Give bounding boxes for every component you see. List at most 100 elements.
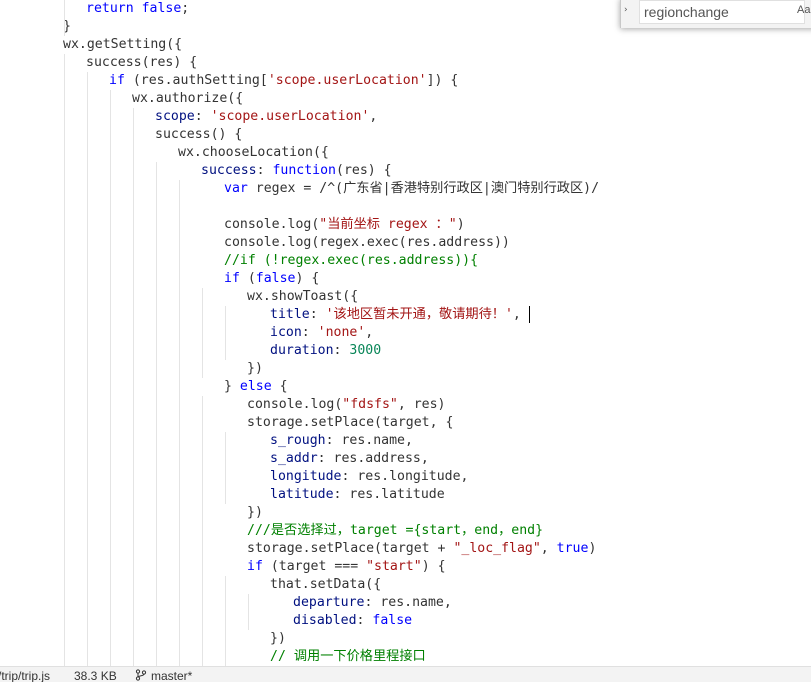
code-token: wx.showToast({ (247, 289, 359, 304)
code-line[interactable]: s_addr: res.address, (270, 450, 429, 468)
code-token: success(res) { (86, 55, 198, 70)
code-line[interactable]: disabled: false (293, 612, 412, 630)
code-token: { (271, 379, 288, 394)
code-token: if (224, 271, 240, 286)
code-token: ]) { (426, 73, 459, 88)
code-token: s_rough (270, 433, 326, 448)
code-token: console.log( (247, 397, 343, 412)
code-line[interactable]: if (false) { (224, 270, 319, 288)
code-token: }) (270, 631, 286, 646)
code-token: function (272, 163, 336, 178)
code-token: }) (247, 505, 263, 520)
code-token: false (255, 271, 296, 286)
code-token: wx.getSetting({ (63, 37, 183, 52)
code-line[interactable]: success(res) { (86, 54, 197, 72)
code-token: false (372, 613, 413, 628)
code-token: that.setData({ (270, 577, 382, 592)
code-token: 3000 (349, 343, 382, 358)
code-line[interactable]: duration: 3000 (270, 342, 381, 360)
code-token: duration (270, 343, 334, 358)
indent-guide (179, 180, 180, 666)
code-token: ///是否选择过，target ={start，end，end} (247, 523, 544, 538)
code-line[interactable]: if (res.authSetting['scope.userLocation'… (109, 72, 458, 90)
code-token: ) (588, 541, 597, 556)
code-line[interactable]: scope: 'scope.userLocation', (155, 108, 377, 126)
code-token: regex = /^(广东省|香港特别行政区|澳门特别行政区)/ (247, 181, 600, 196)
match-case-toggle[interactable]: Aa (797, 4, 810, 16)
code-token: (res.authSetting[ (124, 73, 268, 88)
code-line[interactable]: }) (270, 630, 286, 648)
code-line[interactable]: longitude: res.longitude, (270, 468, 469, 486)
code-line[interactable]: departure: res.name, (293, 594, 452, 612)
code-line[interactable]: storage.setPlace(target + "_loc_flag", t… (247, 540, 596, 558)
code-token: departure (293, 595, 365, 610)
indent-guide (202, 396, 203, 666)
code-token: success() { (155, 127, 243, 142)
code-line[interactable]: that.setData({ (270, 576, 381, 594)
code-token: (target === (262, 559, 367, 574)
code-line[interactable]: success: function(res) { (201, 162, 392, 180)
code-line[interactable]: storage.setPlace(target, { (247, 414, 453, 432)
code-line[interactable]: //if (!regex.exec(res.address)){ (224, 252, 478, 270)
code-token: s_addr (270, 451, 318, 466)
code-token: // 调用一下价格里程接口 (270, 649, 426, 664)
indent-guide (225, 576, 226, 666)
code-token: ) { (295, 271, 320, 286)
code-token: : (194, 109, 211, 124)
code-token: longitude (270, 469, 342, 484)
code-token: "start" (366, 559, 422, 574)
code-line[interactable]: latitude: res.latitude (270, 486, 445, 504)
code-line[interactable]: ///是否选择过，target ={start，end，end} (247, 522, 543, 540)
code-token: , (512, 307, 521, 322)
status-file-size: 38.3 KB (74, 669, 117, 682)
code-line[interactable]: }) (247, 360, 263, 378)
code-line[interactable]: return false; (86, 0, 189, 18)
indent-guide (110, 90, 111, 666)
code-line[interactable]: icon: 'none', (270, 324, 373, 342)
code-token: (res) { (336, 163, 392, 178)
code-line[interactable]: title: '该地区暂未开通，敬请期待！', (270, 306, 521, 324)
status-branch[interactable]: master* (151, 669, 192, 682)
code-line[interactable]: console.log("fdsfs", res) (247, 396, 446, 414)
code-line[interactable]: var regex = /^(广东省|香港特别行政区|澳门特别行政区)/ (224, 180, 599, 198)
code-token: latitude (270, 487, 334, 502)
code-token: if (247, 559, 263, 574)
code-line[interactable]: }) (247, 504, 263, 522)
code-token: ( (239, 271, 256, 286)
code-token: , (365, 325, 374, 340)
code-token: wx.authorize({ (132, 91, 244, 106)
code-token: var (224, 181, 248, 196)
code-line[interactable]: wx.chooseLocation({ (178, 144, 329, 162)
code-token: , (540, 541, 557, 556)
code-line[interactable]: console.log("当前坐标 regex ：") (224, 216, 465, 234)
code-line[interactable]: if (target === "start") { (247, 558, 446, 576)
status-bar: /trip/trip.js 38.3 KB master* (0, 666, 811, 682)
code-editor[interactable]: return false;} wx.getSetting({ success(res… (0, 0, 811, 666)
code-token: else (239, 379, 272, 394)
code-token: : (309, 307, 326, 322)
code-line[interactable]: wx.showToast({ (247, 288, 358, 306)
code-line[interactable]: success() { (155, 126, 242, 144)
code-line[interactable]: } else { (224, 378, 288, 396)
code-token: ) { (421, 559, 446, 574)
code-line[interactable]: // 调用一下价格里程接口 (270, 648, 426, 666)
code-token: }) (247, 361, 263, 376)
code-token: : (256, 163, 273, 178)
code-line[interactable]: s_rough: res.name, (270, 432, 413, 450)
code-line[interactable]: console.log(regex.exec(res.address)) (224, 234, 510, 252)
indent-guide (202, 288, 203, 378)
code-token: } (224, 379, 240, 394)
code-token: title (270, 307, 310, 322)
code-token: //if (!regex.exec(res.address)){ (224, 253, 479, 268)
code-line[interactable]: wx.authorize({ (132, 90, 243, 108)
code-line[interactable]: wx.getSetting({ (63, 36, 182, 54)
find-input[interactable] (639, 0, 805, 24)
code-token: : res.address, (317, 451, 429, 466)
status-file-path[interactable]: /trip/trip.js (0, 669, 50, 682)
code-token: scope (155, 109, 195, 124)
toggle-replace-icon[interactable]: › (624, 5, 628, 15)
code-token: true (556, 541, 589, 556)
indent-guide (156, 162, 157, 666)
code-token: "当前坐标 regex ：" (319, 217, 457, 232)
